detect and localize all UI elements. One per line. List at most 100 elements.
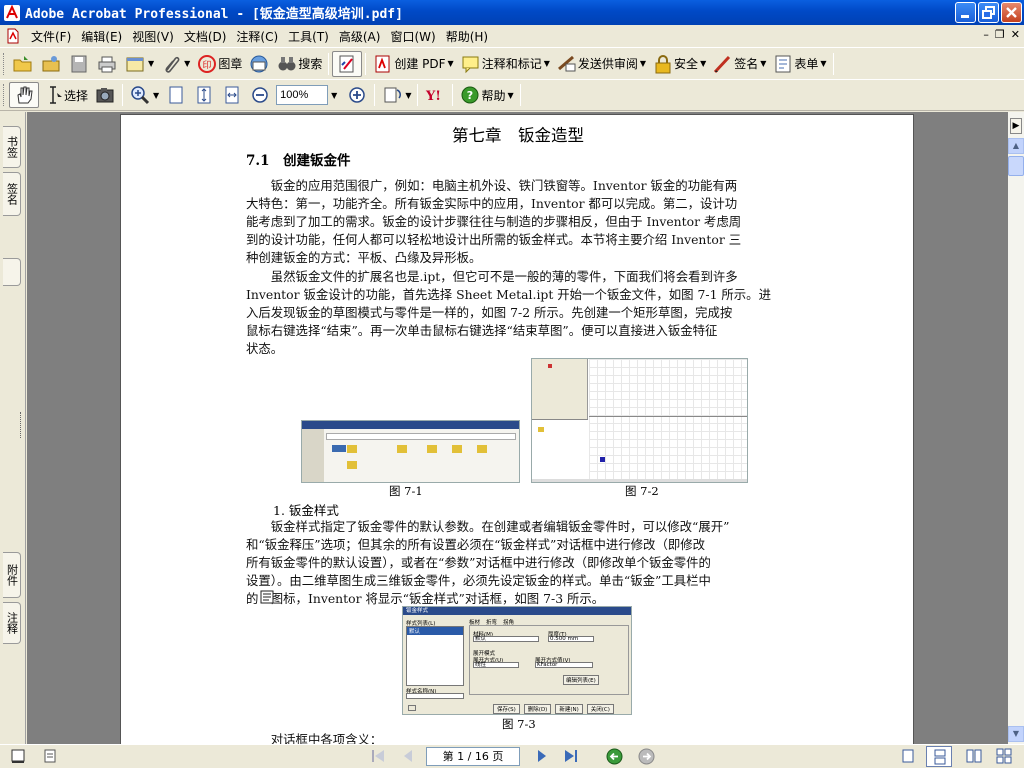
paragraph-dialog-items: 对话框中各项含义： <box>246 732 383 744</box>
tab-signatures[interactable]: 签名 <box>3 172 21 216</box>
menu-advanced[interactable]: 高级(A) <box>334 28 386 45</box>
rotate-button[interactable]: ▼ <box>378 82 414 108</box>
subheading-sheet-metal-style: 1. 钣金样式 <box>273 503 339 518</box>
fit-page-button[interactable] <box>190 82 218 108</box>
attach-button[interactable]: ▼ <box>157 51 193 77</box>
sign-button[interactable]: 签名 ▼ <box>709 51 769 77</box>
edit-pdf-button[interactable] <box>332 50 363 77</box>
toolbar-separator <box>122 84 124 106</box>
menu-view[interactable]: 视图(V) <box>127 28 179 45</box>
yahoo-search-button[interactable]: Y! <box>421 82 449 108</box>
menu-edit[interactable]: 编辑(E) <box>76 28 127 45</box>
toolbar-separator <box>519 84 521 106</box>
select-tool-button[interactable]: 选择 <box>39 82 91 108</box>
dropdown-arrow-icon: ▼ <box>405 90 412 100</box>
text-line: 钣金样式指定了钣金零件的默认参数。在创建或者编辑钣金零件时，可以修改“展开” <box>246 519 730 534</box>
split-view-icon[interactable]: ▶ <box>1010 118 1022 134</box>
last-page-icon[interactable] <box>563 748 579 764</box>
signatures-label: 签名 <box>5 183 19 205</box>
zoom-level-input[interactable] <box>276 85 329 105</box>
edit-document-icon <box>339 55 354 72</box>
tab-comments[interactable]: 注释 <box>3 602 21 644</box>
zoom-in-tool-button[interactable]: ▼ <box>126 82 162 108</box>
stamp-button[interactable]: 印图章 <box>193 51 245 77</box>
previous-page-icon[interactable] <box>400 748 416 764</box>
fit-width-icon <box>225 86 239 104</box>
toolbar-separator <box>417 84 419 106</box>
menu-document[interactable]: 文档(D) <box>179 28 232 45</box>
toolbar-grip[interactable] <box>3 84 6 106</box>
menu-window[interactable]: 窗口(W) <box>385 28 440 45</box>
scroll-down-button[interactable]: ▼ <box>1008 726 1024 742</box>
go-forward-icon[interactable] <box>638 748 655 765</box>
tab-layers[interactable] <box>3 258 21 286</box>
email-button[interactable] <box>245 51 273 77</box>
dropdown-arrow-icon: ▼ <box>153 90 160 100</box>
menu-help[interactable]: 帮助(H) <box>441 28 493 45</box>
tasks-button[interactable]: ▼ <box>121 51 157 77</box>
forms-button[interactable]: 表单 ▼ <box>769 51 829 77</box>
yahoo-logo-icon: Y! <box>425 89 441 104</box>
svg-text:印: 印 <box>203 59 212 71</box>
zoom-dropdown-icon[interactable]: ▼ <box>331 91 337 100</box>
actual-size-button[interactable] <box>162 82 190 108</box>
tab-bookmarks[interactable]: 书签 <box>3 126 21 168</box>
comment-markup-button[interactable]: 注释和标记 ▼ <box>457 51 553 77</box>
organizer-button[interactable] <box>37 51 65 77</box>
snapshot-button[interactable] <box>91 82 119 108</box>
search-button[interactable]: 搜索 <box>273 51 325 77</box>
minimize-button[interactable] <box>955 2 976 23</box>
section-title: 7.1 创建钣金件 <box>246 153 351 169</box>
go-back-icon[interactable] <box>606 748 623 765</box>
restore-button[interactable] <box>978 2 999 23</box>
pane-splitter[interactable] <box>20 412 23 438</box>
toolbar-grip[interactable] <box>3 52 6 75</box>
dialog-close-button: 关闭(C) <box>586 704 614 714</box>
document-icon <box>7 28 19 44</box>
single-page-layout-icon[interactable] <box>900 748 916 764</box>
paragraph-sheet-metal-style: 钣金样式指定了钣金零件的默认参数。在创建或者编辑钣金零件时，可以修改“展开” 和… <box>246 518 730 608</box>
dialog-material-value: 默认 <box>473 636 539 642</box>
save-button[interactable] <box>65 51 93 77</box>
next-page-icon[interactable] <box>534 748 550 764</box>
doc-minimize-icon[interactable]: – <box>983 28 989 41</box>
text-line: 入后发现钣金的草图模式与零件是一样的，如图 7-2 所示。先创建一个矩形草图，完… <box>246 305 733 321</box>
single-page-view-icon[interactable] <box>10 748 26 764</box>
scrollbar-thumb[interactable] <box>1008 156 1024 176</box>
create-pdf-button[interactable]: 创建 PDF ▼ <box>369 51 456 77</box>
zoom-out-button[interactable] <box>246 82 274 108</box>
page-number-field[interactable]: 第 1 / 16 页 <box>426 747 520 766</box>
doc-restore-icon[interactable]: ❐ <box>995 28 1005 41</box>
menu-comments[interactable]: 注释(C) <box>231 28 283 45</box>
actual-size-icon <box>169 86 183 104</box>
continuous-facing-layout-icon[interactable] <box>996 748 1012 764</box>
print-button[interactable] <box>93 51 121 77</box>
vertical-scrollbar[interactable]: ▶ ▲ ▼ <box>1008 112 1024 744</box>
binoculars-icon <box>278 56 296 70</box>
zoom-in-button[interactable] <box>343 82 371 108</box>
hand-tool-button[interactable] <box>9 82 39 108</box>
doc-close-icon[interactable]: ✕ <box>1011 28 1020 41</box>
help-button[interactable]: ? 帮助 ▼ <box>456 82 516 108</box>
send-review-button[interactable]: 发送供审阅 ▼ <box>553 51 649 77</box>
toolbar-separator <box>374 84 376 106</box>
search-label: 搜索 <box>298 57 323 71</box>
title-bar: Adobe Acrobat Professional - [钣金造型高级培训.p… <box>0 0 1024 25</box>
open-button[interactable] <box>9 51 37 77</box>
text-line: 设置）。由二维草图生成三维钣金零件，必须先设定钣金的样式。单击“钣金”工具栏中 <box>246 573 711 589</box>
comment-markup-label: 注释和标记 <box>481 57 542 71</box>
close-button[interactable] <box>1001 2 1022 23</box>
scroll-up-button[interactable]: ▲ <box>1008 138 1024 154</box>
facing-layout-icon[interactable] <box>966 748 982 764</box>
tab-attachments[interactable]: 附件 <box>3 552 21 598</box>
document-properties-icon[interactable] <box>42 748 58 764</box>
security-button[interactable]: 安全 ▼ <box>649 51 709 77</box>
continuous-layout-button[interactable] <box>926 746 952 767</box>
first-page-icon[interactable] <box>370 748 386 764</box>
menu-tools[interactable]: 工具(T) <box>283 28 334 45</box>
send-review-label: 发送供审阅 <box>577 57 638 71</box>
toolbar-separator <box>328 52 330 75</box>
fit-width-button[interactable] <box>218 82 246 108</box>
menu-file[interactable]: 文件(F) <box>26 28 76 45</box>
forms-label: 表单 <box>794 57 819 71</box>
